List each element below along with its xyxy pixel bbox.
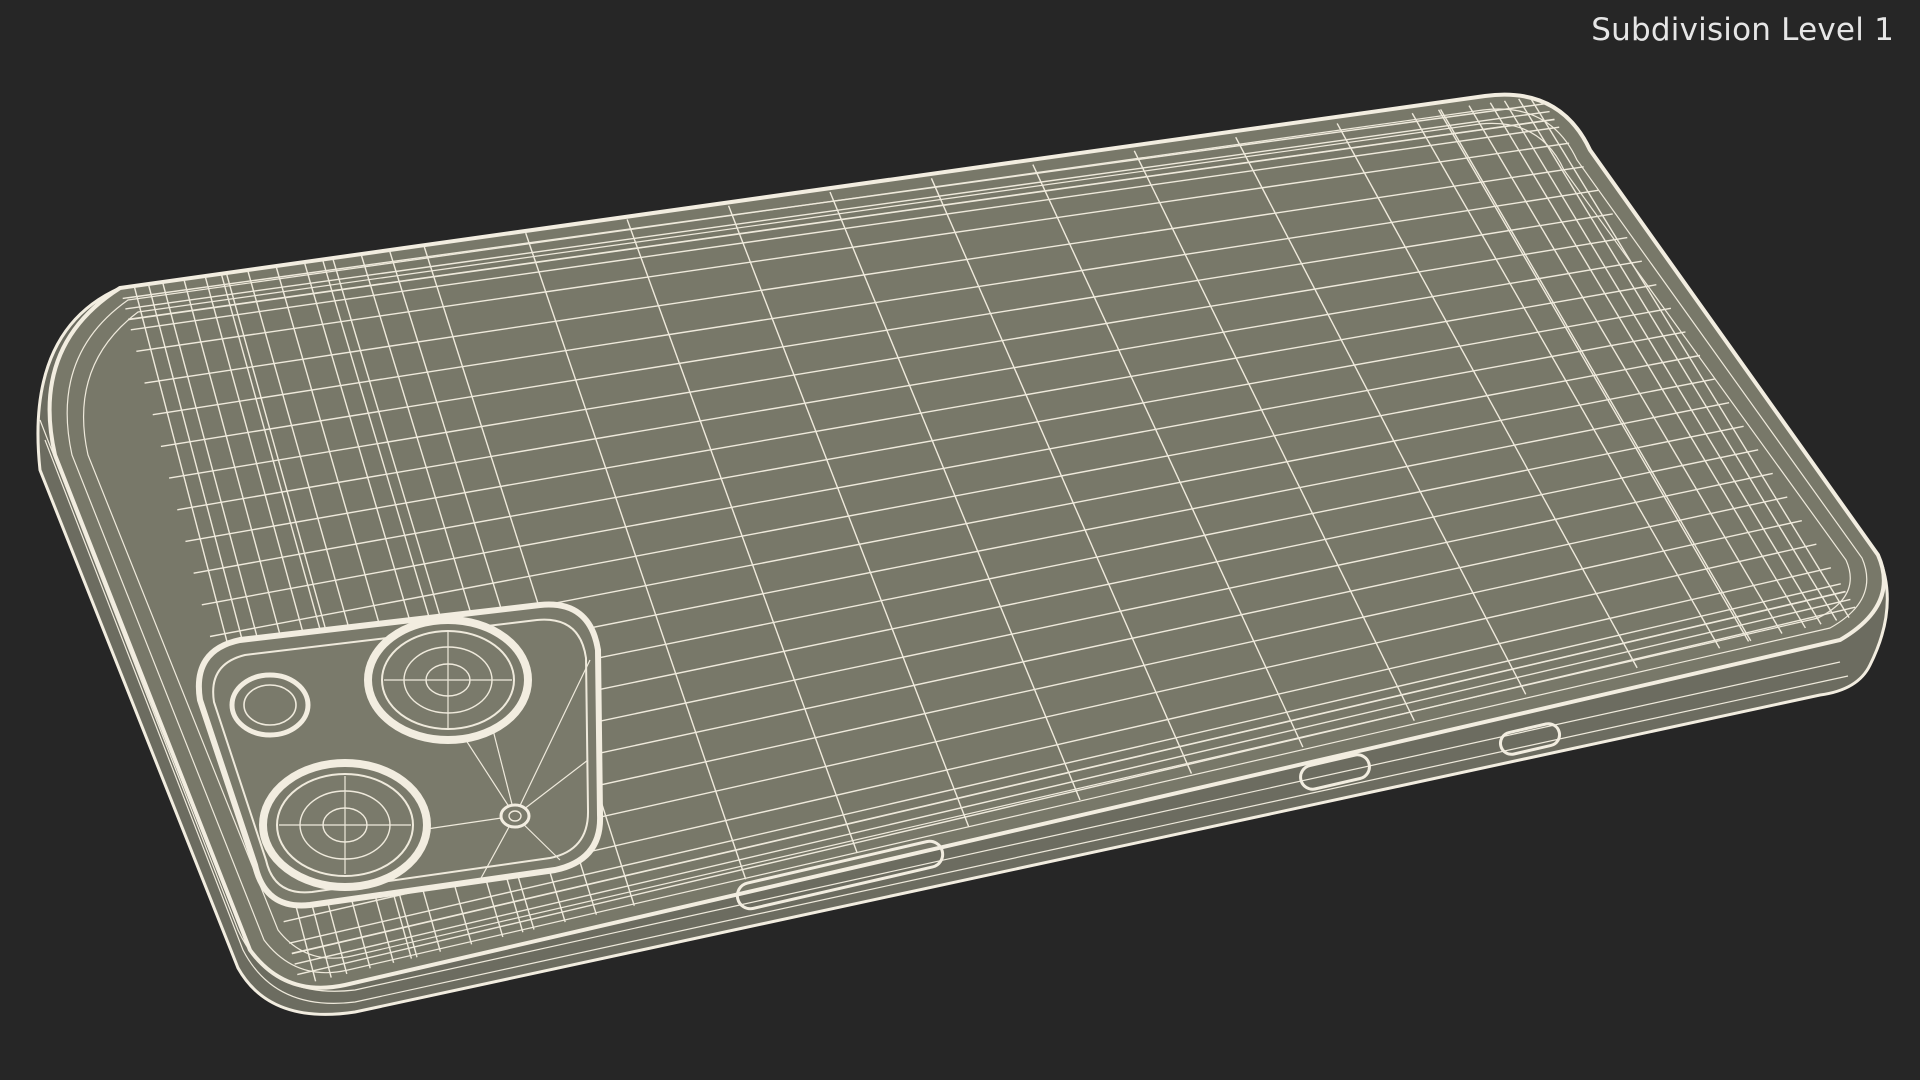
camera-lens-lower xyxy=(259,759,431,891)
viewport: Subdivision Level 1 xyxy=(0,0,1920,1080)
camera-flash xyxy=(229,672,311,738)
microphone-dot xyxy=(499,803,531,829)
phone-wireframe-render xyxy=(36,92,1889,1016)
subdivision-level-label: Subdivision Level 1 xyxy=(1591,12,1894,48)
camera-lens-upper xyxy=(364,616,532,744)
